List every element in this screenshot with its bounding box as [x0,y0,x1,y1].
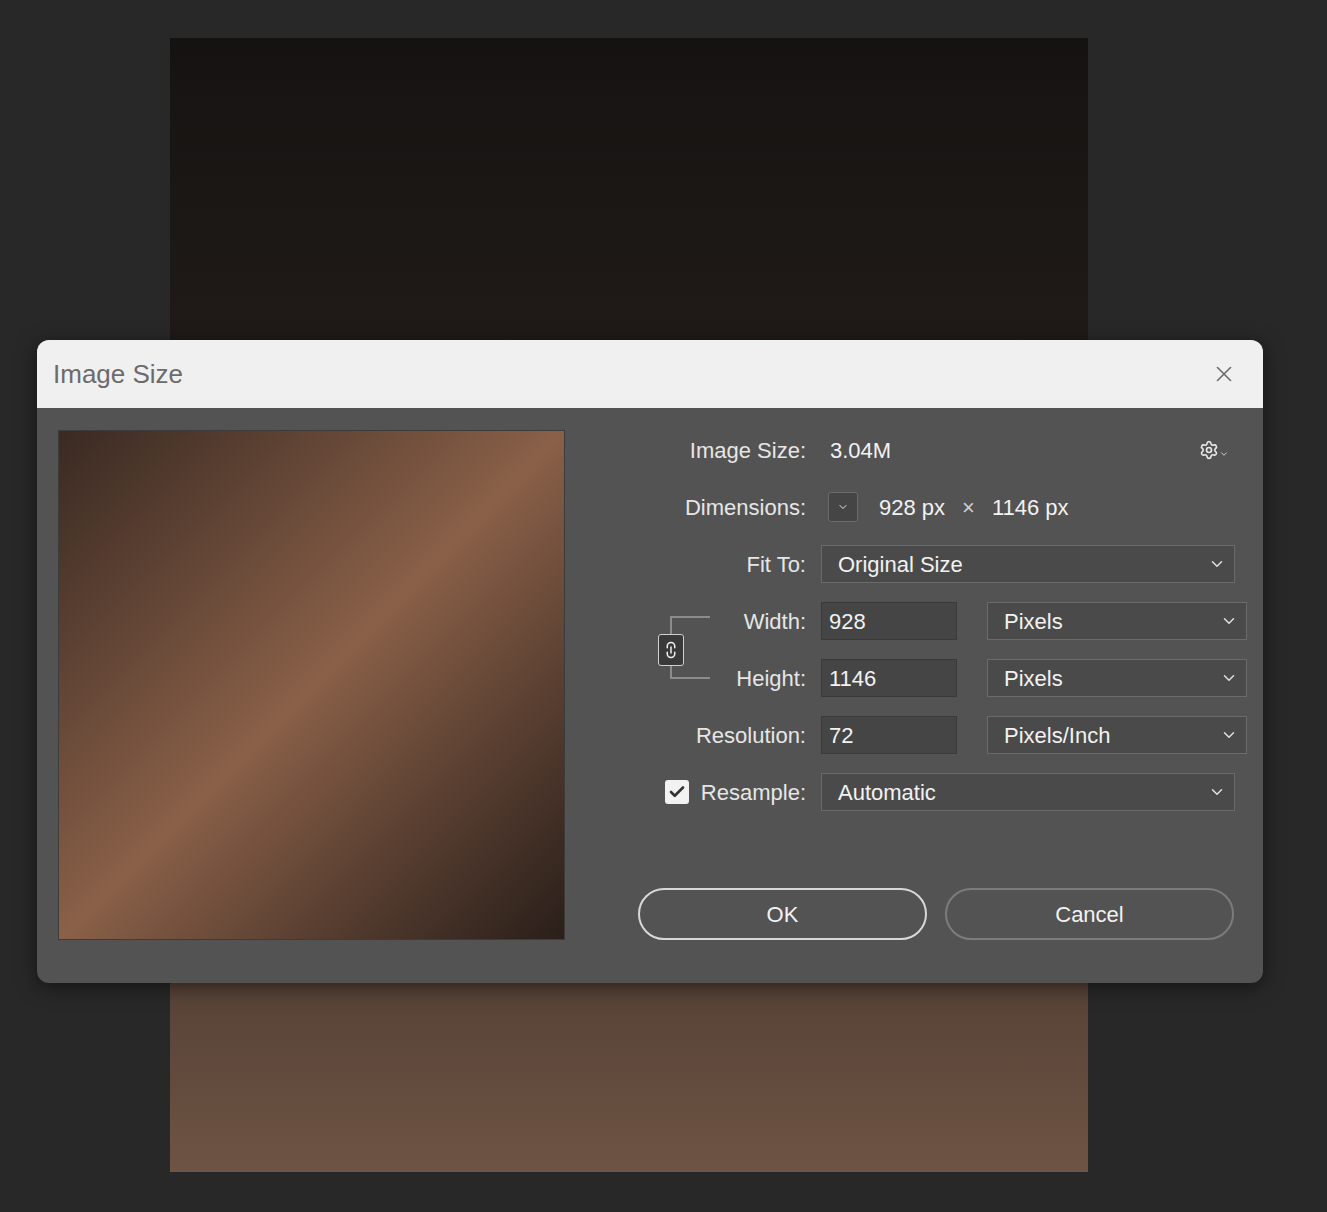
dimensions-width: 928 px [879,491,945,524]
fit-to-row: Fit To: Original Size [638,545,1235,583]
check-icon [668,783,686,801]
dimensions-row: Dimensions: 928 px × 1146 px [638,488,1235,526]
ok-button[interactable]: OK [638,888,927,940]
chevron-down-icon [1208,555,1226,573]
resample-dropdown[interactable]: Automatic [821,773,1235,811]
close-icon[interactable] [1211,361,1237,387]
chevron-down-icon [1219,449,1229,459]
fit-to-dropdown[interactable]: Original Size [821,545,1235,583]
image-size-dialog: Image Size Image Size: 3.04M Dimensions: 928… [37,340,1263,983]
dimensions-label: Dimensions: [638,491,806,524]
width-height-group: Width:928PixelsHeight:1146Pixels [638,602,1235,697]
dimensions-separator: × [962,491,975,524]
settings-menu[interactable] [1199,440,1235,460]
gear-icon [1199,440,1219,460]
resample-row: Resample: Automatic [638,773,1235,811]
chevron-down-icon [1220,612,1238,630]
height-row: Height:1146Pixels [638,659,1235,697]
controls: Image Size: 3.04M Dimensions: 928 px × 1146 p… [638,430,1235,940]
image-size-row: Image Size: 3.04M [638,431,1235,469]
width-label: Width: [638,605,806,638]
button-row: OK Cancel [638,888,1235,940]
title-bar: Image Size [37,340,1263,408]
dialog-title: Image Size [53,355,183,394]
chevron-down-icon [1208,783,1226,801]
fit-to-label: Fit To: [638,548,806,581]
chevron-down-icon [1220,669,1238,687]
dialog-body: Image Size: 3.04M Dimensions: 928 px × 1146 p… [37,408,1263,983]
width-unit-dropdown[interactable]: Pixels [987,602,1247,640]
dimensions-height: 1146 px [992,491,1069,524]
app: Image Size Image Size: 3.04M Dimensions: 928… [0,0,1327,1212]
width-row: Width:928Pixels [638,602,1235,640]
resolution-row: Resolution:72Pixels/Inch [638,716,1235,754]
resolution-input[interactable]: 72 [821,716,957,754]
dimensions-unit-button[interactable] [828,492,858,522]
image-size-label: Image Size: [638,434,806,467]
resolution-label: Resolution: [638,719,806,752]
width-input[interactable]: 928 [821,602,957,640]
chevron-down-icon [1220,726,1238,744]
resample-checkbox[interactable] [665,780,689,804]
preview[interactable] [58,430,565,940]
height-unit-dropdown[interactable]: Pixels [987,659,1247,697]
cancel-button[interactable]: Cancel [945,888,1234,940]
chevron-down-icon [837,501,849,513]
resolution-unit-dropdown[interactable]: Pixels/Inch [987,716,1247,754]
image-size-value: 3.04M [830,434,891,467]
resample-label: Resample: [701,776,806,809]
constrain-toggle[interactable] [658,634,684,666]
height-input[interactable]: 1146 [821,659,957,697]
chain-link-icon [662,641,680,659]
height-label: Height: [638,662,806,695]
